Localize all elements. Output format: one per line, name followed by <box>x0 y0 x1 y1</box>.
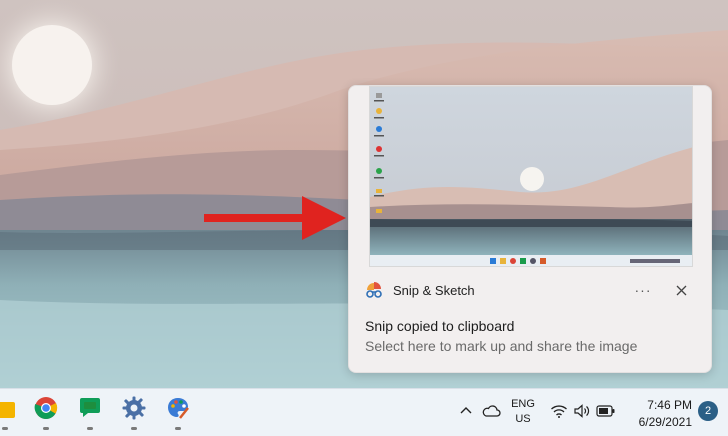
toast-title: Snip copied to clipboard <box>365 318 515 334</box>
input-language-indicator[interactable]: ENG US <box>508 397 538 427</box>
taskbar-file-explorer[interactable] <box>0 396 18 430</box>
snip-sketch-app-icon <box>366 282 382 298</box>
language-region: US <box>515 413 531 425</box>
palette-icon <box>168 398 189 419</box>
toast-header: Snip & Sketch ··· <box>365 278 701 302</box>
folder-icon <box>0 402 15 418</box>
screenshot-preview-thumbnail[interactable] <box>369 86 693 267</box>
taskbar-paint[interactable] <box>162 396 194 430</box>
taskbar-clock[interactable]: 7:46 PM 6/29/2021 <box>626 397 692 431</box>
battery-icon[interactable] <box>596 404 616 418</box>
chat-icon <box>80 398 100 417</box>
chrome-icon <box>34 397 58 419</box>
app-name: Snip & Sketch <box>393 282 475 298</box>
onedrive-cloud-icon[interactable] <box>481 403 501 419</box>
wifi-icon[interactable] <box>550 403 568 419</box>
taskbar-settings[interactable] <box>118 396 150 430</box>
taskbar <box>0 388 728 436</box>
language-code: ENG <box>511 398 535 410</box>
close-icon <box>676 285 686 295</box>
red-arrow-annotation <box>204 196 346 240</box>
taskbar-google-chat[interactable] <box>74 396 106 430</box>
clock-time: 7:46 PM <box>647 398 692 412</box>
gear-icon <box>122 396 146 420</box>
taskbar-chrome[interactable] <box>30 396 62 430</box>
notification-center-badge[interactable]: 2 <box>698 401 718 421</box>
show-hidden-icons-chevron-icon[interactable] <box>458 403 474 419</box>
toast-body[interactable]: Select here to mark up and share the ima… <box>365 338 637 354</box>
clock-date: 6/29/2021 <box>638 415 692 429</box>
more-options-button[interactable]: ··· <box>631 278 655 302</box>
volume-icon[interactable] <box>573 403 591 419</box>
snip-notification-toast[interactable]: Snip & Sketch ··· Snip copied to clipboa… <box>348 85 712 373</box>
close-button[interactable] <box>669 278 693 302</box>
